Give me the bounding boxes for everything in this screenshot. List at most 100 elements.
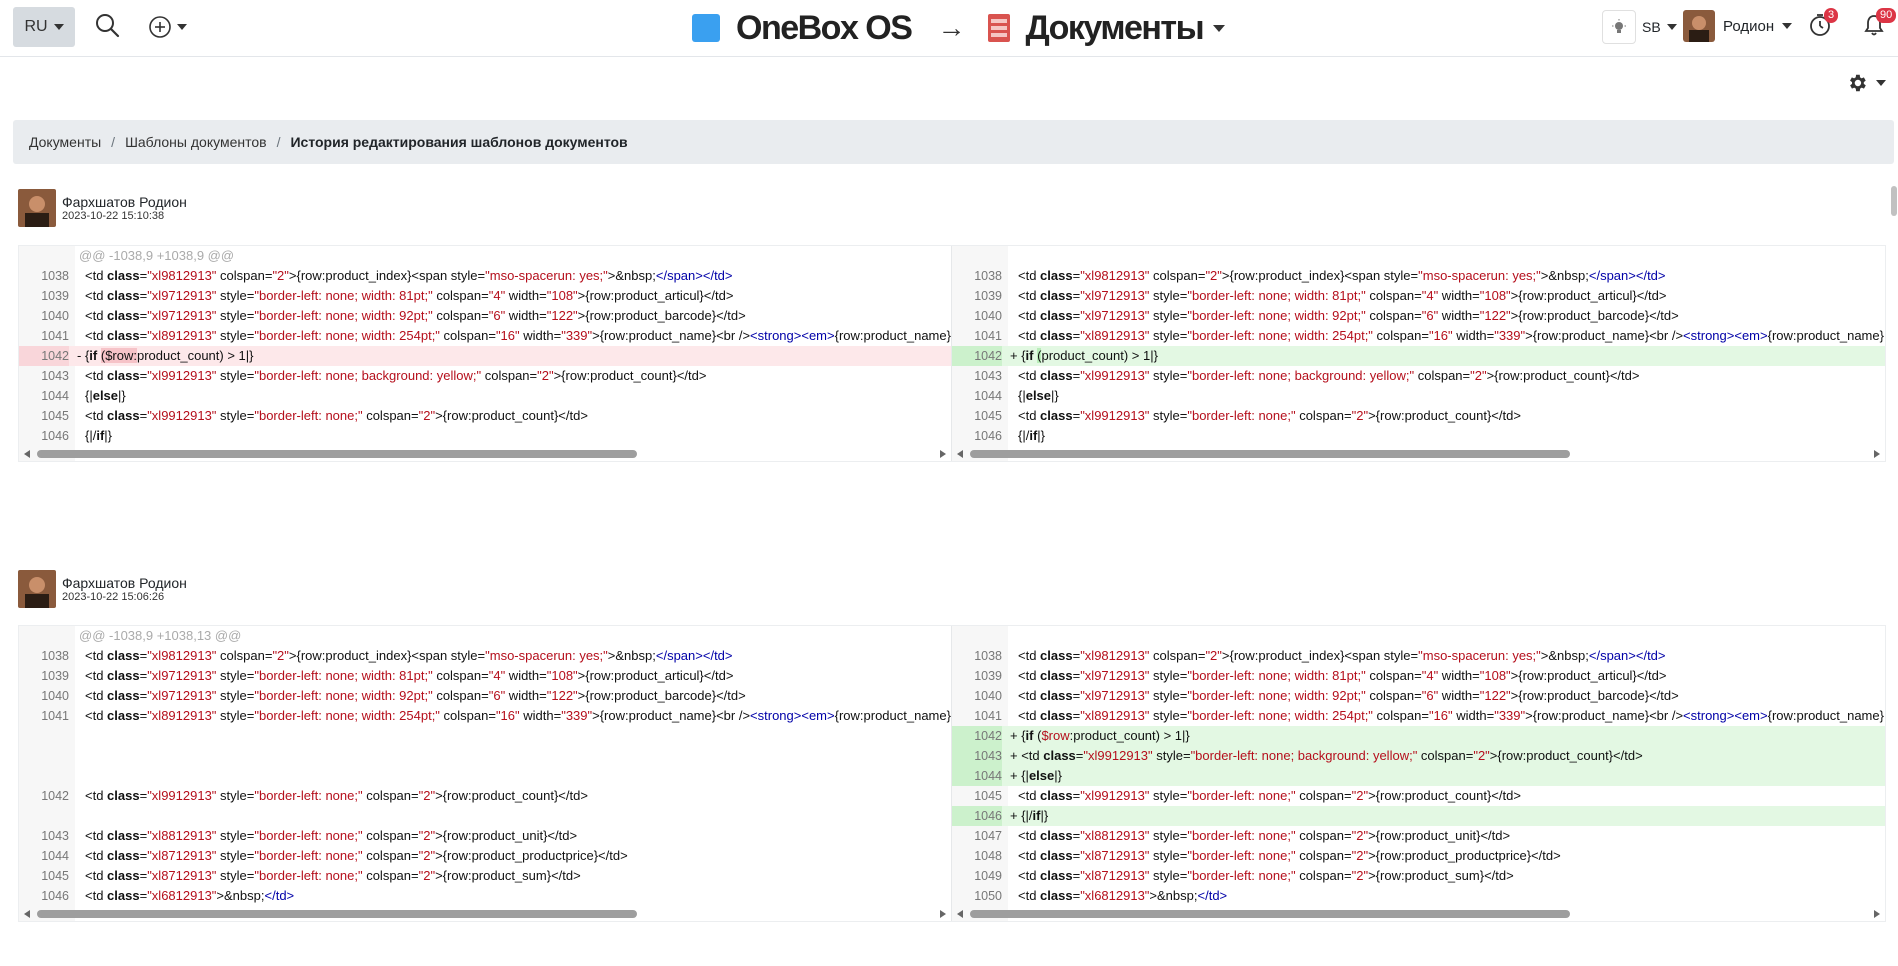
line-number: 1041 xyxy=(974,329,1002,343)
horizontal-scrollbar[interactable] xyxy=(19,907,951,921)
breadcrumb: Документы / Шаблоны документов / История… xyxy=(13,120,1894,164)
avatar xyxy=(18,189,56,227)
diff-line: 1043 <td class="xl9912913" style="border-… xyxy=(19,366,951,386)
scrollbar-thumb[interactable] xyxy=(37,450,637,458)
code-text: <td class="xl6812913">&nbsp;</td> xyxy=(85,888,295,903)
line-number: 1040 xyxy=(41,309,69,323)
diff-line: 1046 {|/if|} xyxy=(19,426,951,446)
line-number: 1045 xyxy=(41,869,69,883)
diff-line-removed: 1042 - {if ($row:product_count) > 1|} xyxy=(19,346,951,366)
diff-line: 1043 <td class="xl9912913" style="border-… xyxy=(952,366,1885,386)
diff-line: 1038 <td class="xl9812913" colspan="2">{r… xyxy=(952,646,1885,666)
scroll-left-icon[interactable] xyxy=(24,450,30,458)
code-text: <td class="xl9912913" style="border-left… xyxy=(85,788,588,803)
sb-dropdown[interactable]: SB xyxy=(1602,10,1677,44)
page-scrollbar-thumb[interactable] xyxy=(1891,186,1897,216)
user-name: Родион xyxy=(1723,17,1775,35)
settings-dropdown[interactable] xyxy=(1846,72,1886,94)
code-text: <td class="xl8812913" style="border-left… xyxy=(85,828,578,843)
code-text: {|else|} xyxy=(1018,388,1059,403)
search-icon xyxy=(96,14,120,38)
page-scrollbar[interactable] xyxy=(1890,186,1898,966)
breadcrumb-separator: / xyxy=(111,134,116,150)
code-text: <td class="xl8912913" style="border-left… xyxy=(85,708,951,723)
diff-line: 1047 <td class="xl8812913" style="border-… xyxy=(952,826,1885,846)
diff-line-added: 1042 + {if ($row:product_count) > 1|} xyxy=(952,726,1885,746)
code-text: <td class="xl9712913" style="border-left… xyxy=(1018,688,1679,703)
breadcrumb-documents[interactable]: Документы xyxy=(29,134,101,150)
create-dropdown[interactable] xyxy=(148,12,192,42)
code-text: <td class="xl8712913" style="border-left… xyxy=(85,848,628,863)
revision-date: 2023-10-22 15:06:26 xyxy=(62,590,165,603)
code-text: <td class="xl8712913" style="border-left… xyxy=(1018,848,1561,863)
diff-line-added: 1043 + <td class="xl9912913" style="borde… xyxy=(952,746,1885,766)
scrollbar-thumb[interactable] xyxy=(37,910,637,918)
timers-button[interactable]: 3 xyxy=(1808,8,1839,43)
code-text: <td class="xl8912913" style="border-left… xyxy=(85,328,951,343)
scroll-right-icon[interactable] xyxy=(940,450,946,458)
code-text: <td class="xl9812913" colspan="2">{row:p… xyxy=(85,648,733,663)
diff-line: 1048 <td class="xl8712913" style="border-… xyxy=(952,846,1885,866)
sb-label: SB xyxy=(1642,19,1661,35)
code-text: {|else|} xyxy=(85,388,126,403)
line-number: 1044 xyxy=(41,849,69,863)
line-number: 1038 xyxy=(974,649,1002,663)
horizontal-scrollbar[interactable] xyxy=(19,447,951,461)
diff-line: 1042 <td class="xl9912913" style="border-… xyxy=(19,786,951,806)
scroll-right-icon[interactable] xyxy=(940,910,946,918)
breadcrumb-templates[interactable]: Шаблоны документов xyxy=(125,134,267,150)
scrollbar-thumb[interactable] xyxy=(970,910,1570,918)
language-label: RU xyxy=(24,18,48,35)
code-text: <td class="xl9712913" style="border-left… xyxy=(1018,308,1679,323)
diff-line: 1039 <td class="xl9712913" style="border-… xyxy=(952,286,1885,306)
diff-pane-new[interactable]: 1038 <td class="xl9812913" colspan="2">{r… xyxy=(952,626,1885,921)
plus-circle-icon xyxy=(149,16,171,38)
notifications-button[interactable]: 90 xyxy=(1862,8,1897,43)
diff-pane-old[interactable]: @@ -1038,9 +1038,9 @@ 1038 <td class="xl9… xyxy=(19,246,952,461)
line-number: 1041 xyxy=(41,709,69,723)
diff-line: 1041 <td class="xl8912913" style="border-… xyxy=(19,326,951,346)
documents-module-icon xyxy=(988,14,1011,42)
scroll-left-icon[interactable] xyxy=(957,450,963,458)
line-number: 1046 xyxy=(974,429,1002,443)
scroll-left-icon[interactable] xyxy=(957,910,963,918)
brand-title[interactable]: OneBox OS xyxy=(736,9,913,48)
scroll-right-icon[interactable] xyxy=(1874,450,1880,458)
avatar xyxy=(18,570,56,608)
scrollbar-thumb[interactable] xyxy=(970,450,1570,458)
horizontal-scrollbar[interactable] xyxy=(952,907,1885,921)
diff-hunk-header xyxy=(952,626,1885,646)
diff-line-added: 1046 + {|/if|} xyxy=(952,806,1885,826)
revision-author: Фархшатов Родион xyxy=(62,193,187,210)
line-number: 1041 xyxy=(974,709,1002,723)
chevron-down-icon xyxy=(1666,24,1677,30)
diff-pane-new[interactable]: 1038 <td class="xl9812913" colspan="2">{r… xyxy=(952,246,1885,461)
code-text: + {|/if|} xyxy=(1010,808,1049,823)
line-number: 1040 xyxy=(41,689,69,703)
line-number: 1043 xyxy=(41,369,69,383)
horizontal-scrollbar[interactable] xyxy=(952,447,1885,461)
user-menu[interactable]: Родион xyxy=(1683,10,1793,42)
line-number: 1042 xyxy=(952,726,1002,746)
diff-line: 1050 <td class="xl6812913">&nbsp;</td> xyxy=(952,886,1885,906)
diff-line: 1038 <td class="xl9812913" colspan="2">{r… xyxy=(952,266,1885,286)
diff-line: 1045 <td class="xl9912913" style="border-… xyxy=(19,406,951,426)
scroll-left-icon[interactable] xyxy=(24,910,30,918)
line-number: 1042 xyxy=(952,346,1002,366)
module-dropdown[interactable]: Документы xyxy=(1025,9,1226,48)
search-button[interactable] xyxy=(94,12,124,42)
diff-line-placeholder xyxy=(19,806,951,826)
language-dropdown[interactable]: RU xyxy=(13,7,75,47)
diff-line: 1038 <td class="xl9812913" colspan="2">{r… xyxy=(19,646,951,666)
diff-pane-old[interactable]: @@ -1038,9 +1038,13 @@ 1038 <td class="xl… xyxy=(19,626,952,921)
line-number: 1039 xyxy=(974,289,1002,303)
diff-line: 1040 <td class="xl9712913" style="border-… xyxy=(19,686,951,706)
line-number: 1040 xyxy=(974,309,1002,323)
notifications-badge: 90 xyxy=(1876,8,1897,23)
line-number: 1046 xyxy=(41,889,69,903)
diff-line: 1043 <td class="xl8812913" style="border-… xyxy=(19,826,951,846)
chevron-down-icon xyxy=(1213,24,1226,32)
line-number: 1044 xyxy=(41,389,69,403)
hunk-text: @@ -1038,9 +1038,9 @@ xyxy=(79,248,235,263)
scroll-right-icon[interactable] xyxy=(1874,910,1880,918)
